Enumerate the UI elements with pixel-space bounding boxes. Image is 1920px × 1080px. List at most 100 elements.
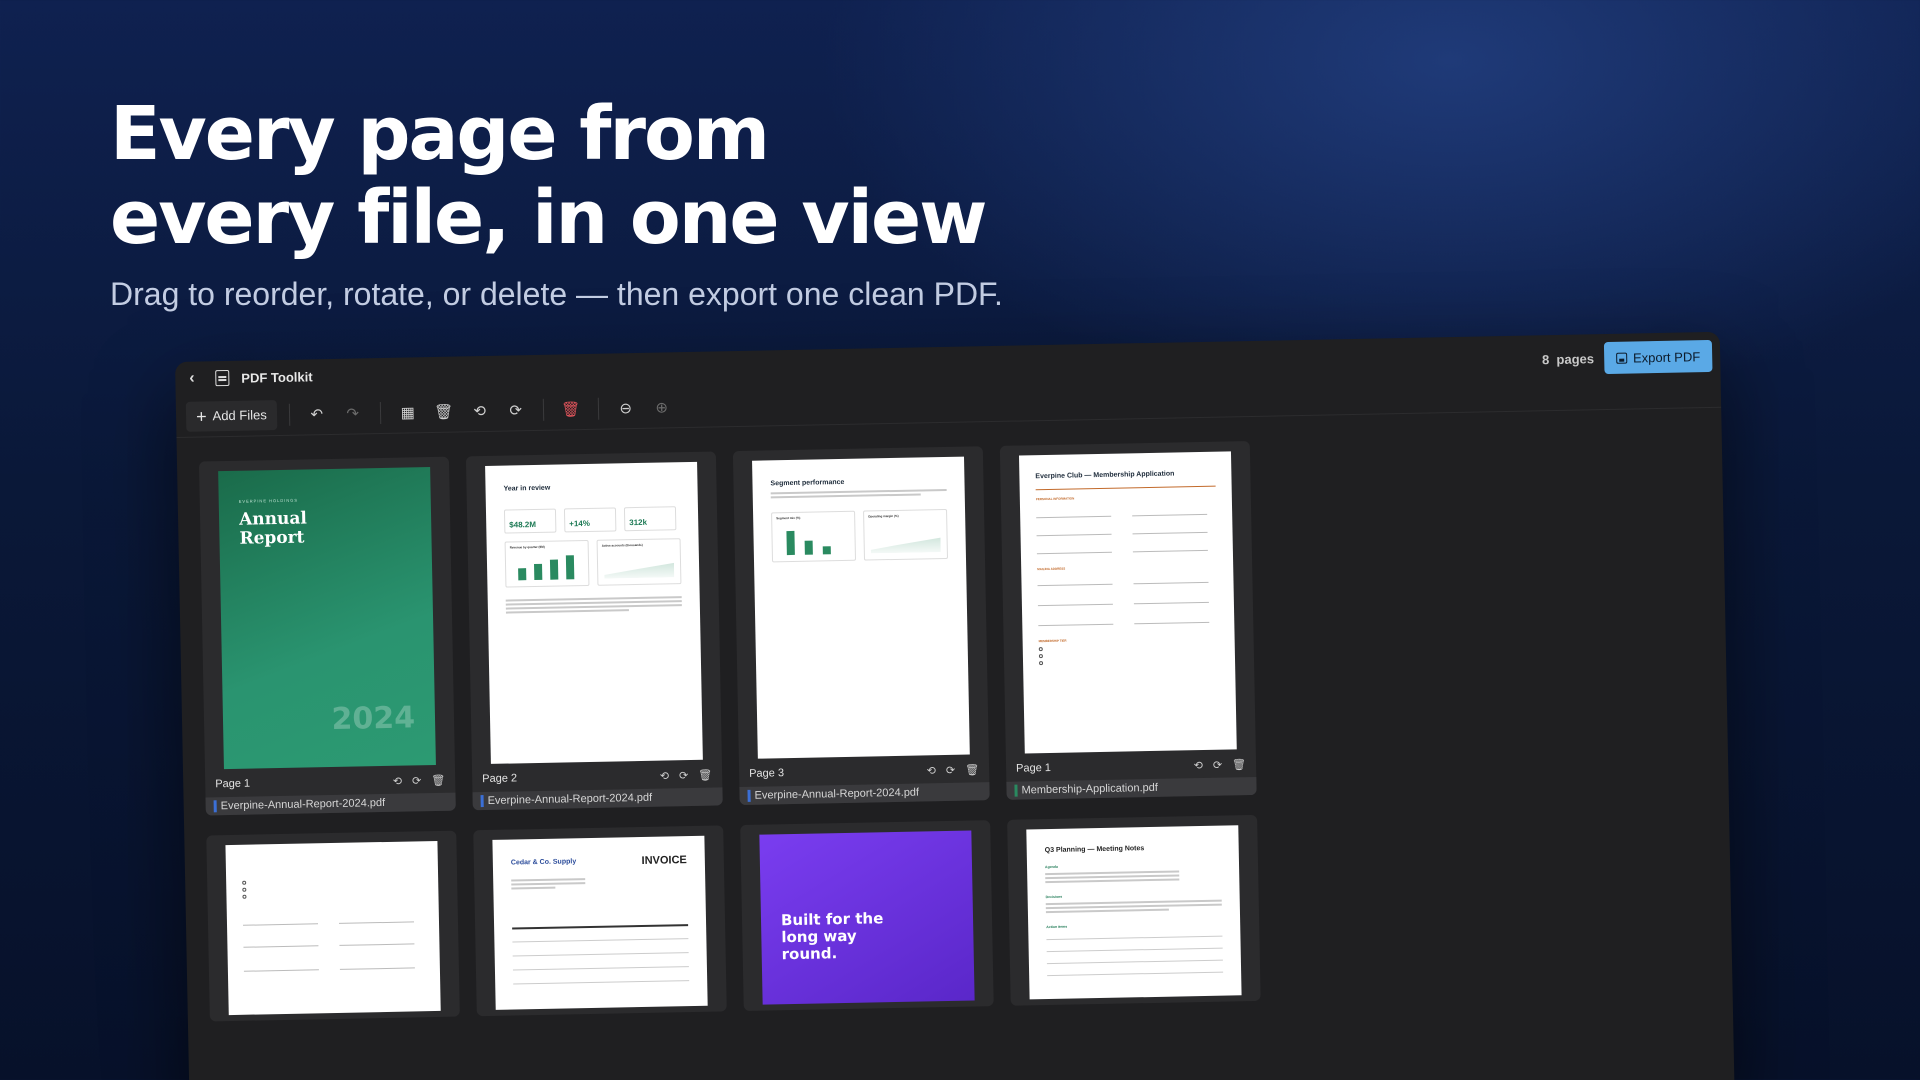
page-label: Page 3 — [749, 767, 785, 780]
invoice-company: Cedar & Co. Supply — [510, 858, 577, 867]
form-section-label: MAILING ADDRESS — [1037, 566, 1066, 572]
page-thumbnail[interactable] — [225, 840, 441, 1016]
form-field-line — [1037, 583, 1113, 587]
page-card[interactable]: Year in review $48.2M +14% 312k Revenue … — [465, 451, 723, 811]
delete-all-icon[interactable]: 🗑︎ — [555, 393, 586, 424]
cover-kicker: EVERPINE HOLDINGS — [238, 497, 299, 504]
page-thumbnail[interactable]: Built for the long way round. — [759, 830, 975, 1005]
hero-subtitle: Drag to reorder, rotate, or delete — the… — [110, 276, 1003, 312]
form-section-label: PERSONAL INFORMATION — [1035, 496, 1075, 502]
page-thumbnail[interactable]: Everpine Club — Membership Application P… — [1018, 451, 1237, 754]
notes-table-row — [1046, 959, 1223, 965]
mini-chart-title: Operating margin (%) — [868, 513, 899, 519]
export-pdf-button[interactable]: Export PDF — [1603, 339, 1713, 375]
kpi-card: $48.2M — [503, 508, 557, 534]
rotate-left-icon[interactable]: ⟲ — [393, 774, 402, 787]
pdf-file-icon — [215, 369, 230, 387]
checkbox-option — [242, 880, 247, 885]
page-card[interactable]: Segment performance Segment mix (%) Oper… — [732, 446, 990, 806]
delete-icon[interactable]: 🗑︎ — [428, 396, 459, 427]
select-all-icon[interactable]: ▦ — [392, 397, 423, 428]
add-files-label: Add Files — [212, 407, 267, 424]
mini-bar-chart: Revenue by quarter ($M) — [504, 539, 590, 588]
zoom-out-icon[interactable]: ⊖ — [610, 392, 641, 423]
page-thumbnail[interactable]: EVERPINE HOLDINGS Annual Report 2024 — [218, 467, 436, 770]
form-section-label: MEMBERSHIP TIER — [1038, 638, 1067, 644]
body-text — [770, 488, 947, 500]
page-card[interactable]: Everpine Club — Membership Application P… — [999, 441, 1257, 800]
export-pdf-label: Export PDF — [1632, 348, 1701, 365]
invoice-table-row — [513, 980, 690, 985]
form-field-line — [339, 943, 415, 946]
file-tag: Everpine-Annual-Report-2024.pdf — [739, 782, 990, 806]
page-thumbnail[interactable]: Segment performance Segment mix (%) Oper… — [752, 456, 970, 759]
page-label: Page 1 — [1015, 761, 1052, 775]
mini-line-chart: Operating margin (%) — [863, 508, 948, 561]
zoom-in-icon[interactable]: ⊕ — [646, 392, 677, 423]
hero-title-line-1: Every page from — [110, 91, 770, 177]
toolbar-divider — [542, 398, 544, 421]
page-card[interactable]: EVERPINE HOLDINGS Annual Report 2024 Page… — [198, 456, 456, 816]
rotate-left-icon[interactable]: ⟲ — [1194, 758, 1203, 771]
mini-chart-title: Active accounts (thousands) — [601, 542, 643, 548]
form-field-line — [243, 923, 319, 926]
rotate-right-icon[interactable]: ⟳ — [412, 774, 421, 787]
notes-section: Decisions — [1045, 894, 1063, 900]
notes-table-row — [1046, 935, 1223, 941]
page-card[interactable] — [206, 830, 460, 1022]
card-actions: ⟲ ⟳ 🗑︎ — [1194, 758, 1247, 772]
rotate-right-icon[interactable]: ⟳ — [500, 395, 531, 426]
file-name: Membership-Application.pdf — [1021, 781, 1158, 797]
trash-icon[interactable]: 🗑︎ — [698, 768, 712, 781]
promo-title-line: round. — [781, 944, 838, 964]
rotate-left-icon[interactable]: ⟲ — [660, 769, 669, 782]
mini-bar-chart: Segment mix (%) — [771, 510, 857, 563]
form-field-line — [1132, 513, 1208, 517]
checkbox-option — [242, 887, 247, 892]
invoice-table-row — [512, 938, 689, 943]
undo-icon[interactable]: ↶ — [301, 398, 332, 429]
form-field-line — [1133, 581, 1209, 585]
trash-icon[interactable]: 🗑︎ — [1232, 758, 1246, 771]
app-title: PDF Toolkit — [241, 368, 313, 386]
toolbar-divider — [379, 401, 381, 424]
mini-bar — [804, 540, 813, 555]
mini-line-area — [604, 559, 674, 578]
file-color-swatch — [213, 800, 217, 813]
mini-line-chart: Active accounts (thousands) — [596, 538, 682, 586]
form-field-line — [338, 921, 415, 924]
mini-chart-title: Revenue by quarter ($M) — [509, 544, 545, 550]
notes-list — [1045, 899, 1222, 915]
page-card[interactable]: Cedar & Co. Supply INVOICE — [473, 825, 727, 1017]
mini-bar — [518, 568, 527, 581]
page-count-unit: pages — [1556, 350, 1595, 367]
card-meta: Page 2 ⟲ ⟳ 🗑︎ — [482, 766, 712, 788]
rotate-right-icon[interactable]: ⟳ — [946, 763, 955, 776]
mini-line-area — [871, 534, 941, 553]
notes-table-row — [1047, 971, 1224, 977]
redo-icon[interactable]: ↷ — [337, 398, 368, 429]
cover-year: 2024 — [331, 700, 416, 738]
file-tag: Everpine-Annual-Report-2024.pdf — [472, 787, 723, 811]
form-field-line — [1037, 603, 1113, 607]
card-actions: ⟲ ⟳ 🗑︎ — [927, 763, 980, 777]
page-card[interactable]: Built for the long way round. — [740, 820, 994, 1012]
invoice-address — [511, 878, 586, 891]
cover-title: Annual Report — [239, 508, 307, 549]
kpi-card: +14% — [563, 507, 617, 533]
mini-bar — [565, 555, 575, 580]
rotate-left-icon[interactable]: ⟲ — [464, 395, 495, 426]
page-thumbnail[interactable]: Year in review $48.2M +14% 312k Revenue … — [485, 461, 703, 764]
page-card[interactable]: Q3 Planning — Meeting Notes Agenda Decis… — [1007, 814, 1261, 1006]
rotate-left-icon[interactable]: ⟲ — [927, 764, 936, 777]
trash-icon[interactable]: 🗑︎ — [431, 773, 445, 786]
rotate-right-icon[interactable]: ⟳ — [1213, 758, 1222, 771]
add-files-button[interactable]: + Add Files — [185, 399, 278, 432]
rotate-right-icon[interactable]: ⟳ — [679, 769, 688, 782]
back-icon[interactable]: ‹ — [189, 369, 203, 387]
page-thumbnail[interactable]: Cedar & Co. Supply INVOICE — [492, 835, 708, 1010]
cover-title-line-2: Report — [239, 527, 305, 549]
page-thumbnail[interactable]: Q3 Planning — Meeting Notes Agenda Decis… — [1026, 825, 1242, 1000]
trash-icon[interactable]: 🗑︎ — [965, 763, 979, 776]
thumb-heading: Everpine Club — Membership Application — [1035, 470, 1175, 481]
